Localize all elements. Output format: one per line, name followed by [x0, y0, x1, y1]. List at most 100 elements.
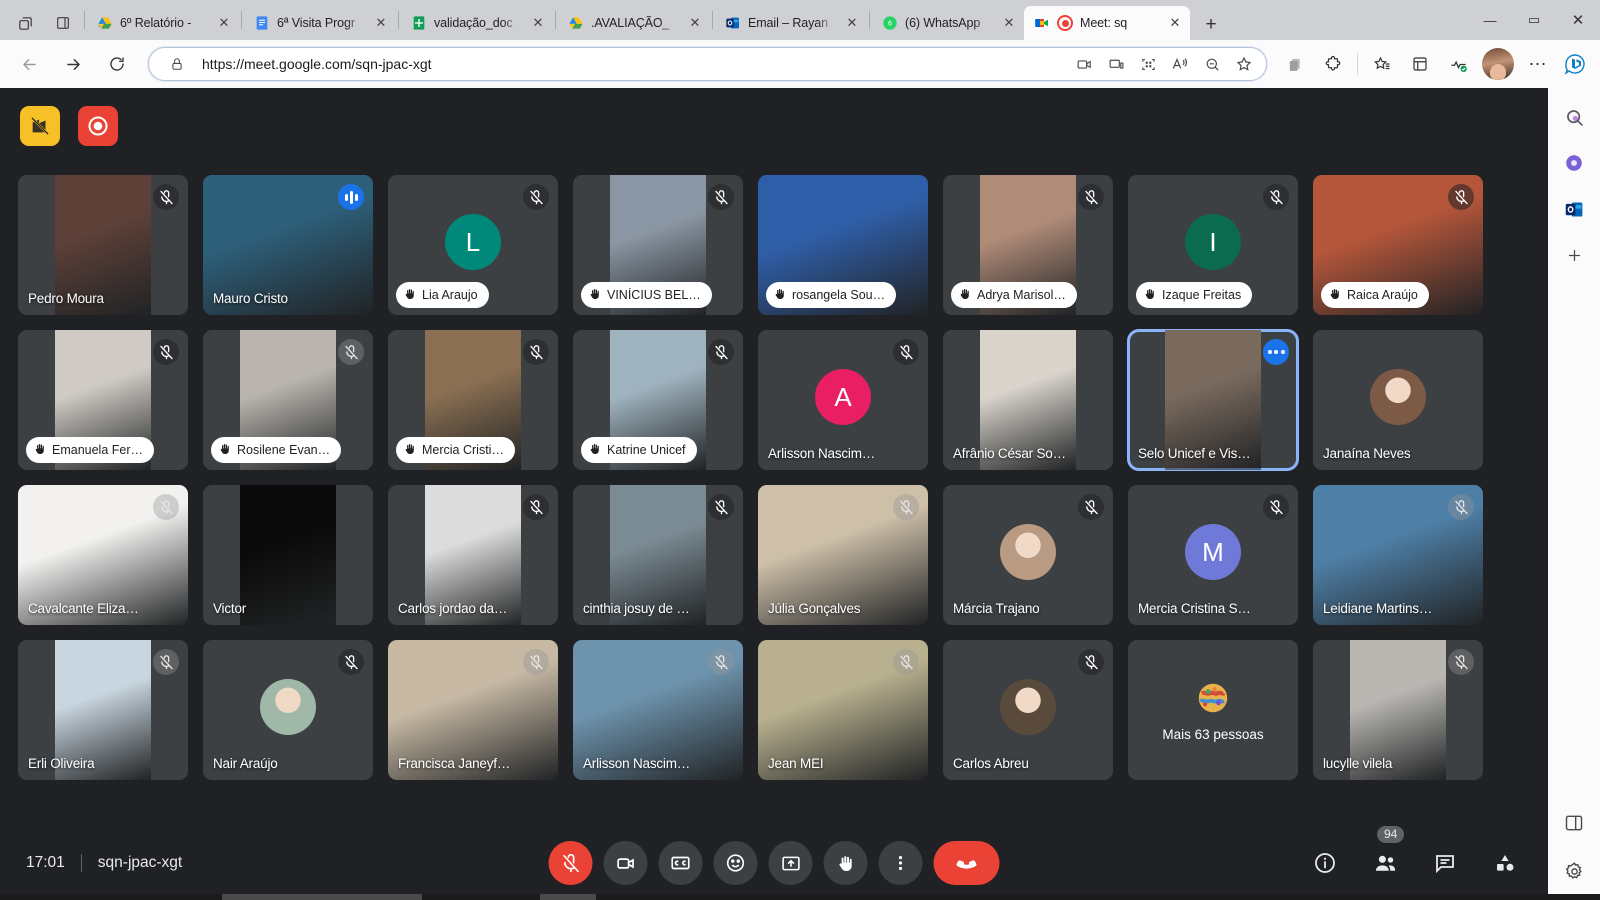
- mic-muted-icon: [1448, 649, 1474, 675]
- favorite-star-icon[interactable]: [1228, 50, 1260, 78]
- participant-tile[interactable]: Carlos Abreu: [943, 640, 1113, 780]
- close-window-button[interactable]: ✕: [1556, 3, 1600, 37]
- raise-hand-button[interactable]: [823, 841, 868, 885]
- reactions-button[interactable]: [713, 841, 758, 885]
- recording-button[interactable]: [78, 106, 118, 146]
- cast-icon[interactable]: [1100, 50, 1132, 78]
- back-arrow-icon[interactable]: [8, 48, 50, 80]
- participant-tile[interactable]: Júlia Gonçalves: [758, 485, 928, 625]
- settings-more-icon[interactable]: ⋯: [1520, 48, 1556, 80]
- participant-tile[interactable]: lucylle vilela: [1313, 640, 1483, 780]
- participant-tile[interactable]: A Arlisson Nascim…: [758, 330, 928, 470]
- participant-tile[interactable]: Arlisson Nascim…: [573, 640, 743, 780]
- participant-tile[interactable]: Janaína Neves: [1313, 330, 1483, 470]
- qr-code-icon[interactable]: [1132, 50, 1164, 78]
- browser-tab-1[interactable]: 6ª Visita Progr ✕: [244, 6, 396, 40]
- tab-close-icon[interactable]: ✕: [529, 14, 547, 32]
- captions-button[interactable]: [658, 841, 703, 885]
- tab-close-icon[interactable]: ✕: [1166, 14, 1184, 32]
- participant-tile[interactable]: M Mercia Cristina S…: [1128, 485, 1298, 625]
- sidebar-outlook-icon[interactable]: [1559, 194, 1589, 224]
- split-screen-icon[interactable]: [44, 6, 82, 40]
- participant-tile[interactable]: Cavalcante Eliza…: [18, 485, 188, 625]
- sidebar-settings-icon[interactable]: [1559, 856, 1589, 886]
- browser-tab-3[interactable]: .AVALIAÇÃO_ ✕: [558, 6, 710, 40]
- participant-tile[interactable]: Francisca Janeyf…: [388, 640, 558, 780]
- browser-tab-4[interactable]: Email – Rayan ✕: [715, 6, 867, 40]
- participant-tile[interactable]: L Lia Araujo: [388, 175, 558, 315]
- mic-muted-icon: [893, 339, 919, 365]
- more-options-button[interactable]: [878, 841, 923, 885]
- minimize-button[interactable]: —: [1468, 3, 1512, 37]
- mic-muted-icon: [1448, 494, 1474, 520]
- camera-button[interactable]: [603, 841, 648, 885]
- favorites-icon[interactable]: [1364, 48, 1400, 80]
- participant-tile[interactable]: rosangela Sou…: [758, 175, 928, 315]
- tab-close-icon[interactable]: ✕: [843, 14, 861, 32]
- tile-more-options-icon[interactable]: [1263, 339, 1289, 365]
- activities-button[interactable]: [1488, 846, 1522, 880]
- participant-tile[interactable]: Rosilene Evan…: [203, 330, 373, 470]
- present-button[interactable]: [768, 841, 813, 885]
- collections-2-icon[interactable]: [1402, 48, 1438, 80]
- participant-name: Lia Araujo: [422, 288, 478, 302]
- participant-tile[interactable]: VINÍCIUS BEL…: [573, 175, 743, 315]
- zoom-out-icon[interactable]: [1196, 50, 1228, 78]
- sidebar-search-icon[interactable]: [1559, 102, 1589, 132]
- extensions-icon[interactable]: [1315, 48, 1351, 80]
- participant-tile[interactable]: Mercia Cristi…: [388, 330, 558, 470]
- participant-tile[interactable]: Erli Oliveira: [18, 640, 188, 780]
- participant-tile[interactable]: Emanuela Fer…: [18, 330, 188, 470]
- bing-copilot-icon[interactable]: [1558, 48, 1592, 80]
- address-bar[interactable]: https://meet.google.com/sqn-jpac-xgt: [148, 47, 1267, 81]
- participant-tile[interactable]: Nair Araújo: [203, 640, 373, 780]
- participant-tile[interactable]: Carlos jordao da…: [388, 485, 558, 625]
- screen-share-blocked-button[interactable]: [20, 106, 60, 146]
- tab-close-icon[interactable]: ✕: [1000, 14, 1018, 32]
- participant-tile[interactable]: Márcia Trajano: [943, 485, 1113, 625]
- browser-tab-2[interactable]: validação_doc ✕: [401, 6, 553, 40]
- participant-tile[interactable]: Leidiane Martins…: [1313, 485, 1483, 625]
- tab-overview-icon[interactable]: [6, 6, 44, 40]
- edge-sidebar: [1548, 88, 1600, 900]
- browser-tab-6-active[interactable]: Meet: sq ✕: [1024, 6, 1190, 40]
- url-text: https://meet.google.com/sqn-jpac-xgt: [202, 56, 432, 72]
- collections-icon[interactable]: [1277, 48, 1313, 80]
- mic-muted-icon: [153, 339, 179, 365]
- camera-icon[interactable]: [1068, 50, 1100, 78]
- leave-call-button[interactable]: [933, 841, 1000, 885]
- browser-tab-5[interactable]: 6 (6) WhatsApp ✕: [872, 6, 1024, 40]
- browser-tab-0[interactable]: 6º Relatório - ✕: [87, 6, 239, 40]
- browser-essentials-icon[interactable]: [1440, 48, 1476, 80]
- participant-tile[interactable]: Jean MEI: [758, 640, 928, 780]
- reload-icon[interactable]: [96, 48, 138, 80]
- participant-tile[interactable]: Adrya Marisol…: [943, 175, 1113, 315]
- participant-tile[interactable]: Selo Unicef e Vis…: [1127, 329, 1299, 471]
- meeting-details-button[interactable]: [1308, 846, 1342, 880]
- chat-button[interactable]: [1428, 846, 1462, 880]
- taskbar-item-a: [222, 894, 422, 900]
- profile-avatar[interactable]: [1482, 48, 1514, 80]
- tab-close-icon[interactable]: ✕: [372, 14, 390, 32]
- participants-button[interactable]: 94: [1368, 826, 1405, 880]
- sidebar-add-icon[interactable]: [1559, 240, 1589, 270]
- participant-tile[interactable]: Pedro Moura: [18, 175, 188, 315]
- tab-close-icon[interactable]: ✕: [215, 14, 233, 32]
- forward-arrow-icon[interactable]: [52, 48, 94, 80]
- sidebar-split-icon[interactable]: [1559, 808, 1589, 838]
- participant-tile[interactable]: Raica Araújo: [1313, 175, 1483, 315]
- participant-tile[interactable]: cinthia josuy de …: [573, 485, 743, 625]
- participant-tile[interactable]: Mais 63 pessoas: [1128, 640, 1298, 780]
- participant-tile[interactable]: Mauro Cristo: [203, 175, 373, 315]
- tab-close-icon[interactable]: ✕: [686, 14, 704, 32]
- maximize-button[interactable]: ▭: [1512, 3, 1556, 37]
- participant-name-pill: Katrine Unicef: [581, 437, 697, 463]
- participant-tile[interactable]: I Izaque Freitas: [1128, 175, 1298, 315]
- participant-tile[interactable]: Victor: [203, 485, 373, 625]
- new-tab-button[interactable]: +: [1194, 10, 1228, 40]
- participant-tile[interactable]: Katrine Unicef: [573, 330, 743, 470]
- microphone-button[interactable]: [548, 841, 593, 885]
- participant-tile[interactable]: Afrânio César So…: [943, 330, 1113, 470]
- read-aloud-icon[interactable]: [1164, 50, 1196, 78]
- sidebar-copilot-icon[interactable]: [1559, 148, 1589, 178]
